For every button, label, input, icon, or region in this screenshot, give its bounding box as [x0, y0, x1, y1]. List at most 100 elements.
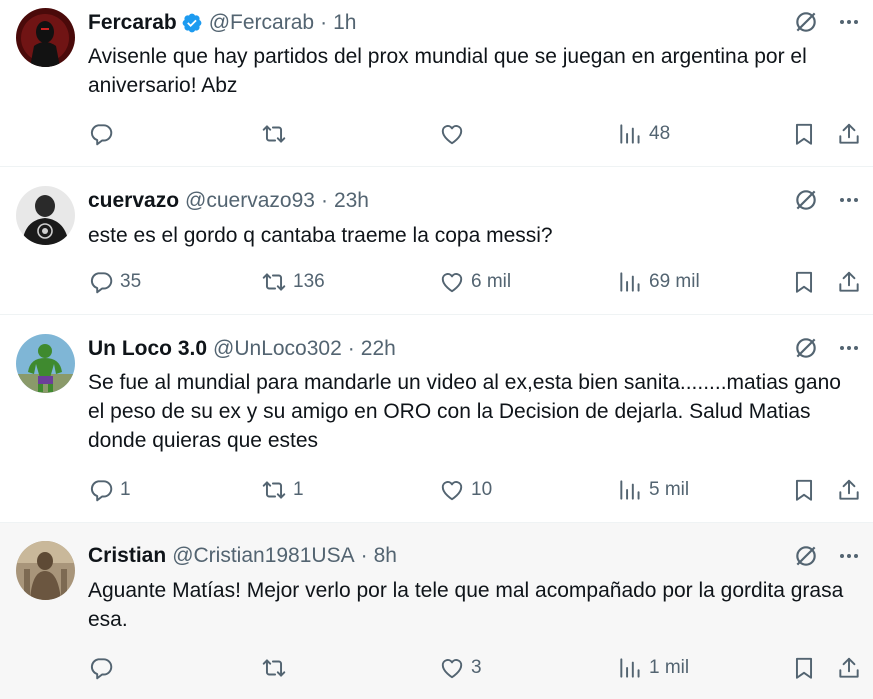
- like-button[interactable]: 10: [439, 476, 492, 504]
- tweet-cristian[interactable]: Cristian @Cristian1981USA · 8h Aguante M…: [0, 523, 873, 699]
- reply-icon: [90, 480, 113, 502]
- reply-button[interactable]: 35: [88, 268, 141, 296]
- reply-button[interactable]: [88, 120, 120, 148]
- tweet-top-actions: [793, 9, 861, 35]
- avatar[interactable]: [16, 541, 75, 600]
- share-icon: [839, 123, 859, 144]
- tweet-header: Cristian @Cristian1981USA · 8h: [88, 543, 397, 569]
- share-icon: [839, 657, 859, 678]
- bookmark-button[interactable]: [791, 120, 817, 148]
- avatar[interactable]: [16, 334, 75, 393]
- avatar-fercarab-image: [16, 8, 75, 67]
- display-name[interactable]: Fercarab: [88, 11, 177, 35]
- tweet-fercarab[interactable]: Fercarab @Fercarab · 1h Avisenle que hay…: [0, 0, 873, 167]
- grok-icon[interactable]: [793, 9, 819, 35]
- views-count: 5 mil: [649, 479, 690, 500]
- grok-icon[interactable]: [793, 335, 819, 361]
- handle[interactable]: @Fercarab: [209, 11, 314, 35]
- views-icon: [620, 480, 640, 500]
- tweet-header: Un Loco 3.0 @UnLoco302 · 22h: [88, 336, 396, 362]
- tweet-top-actions: [793, 335, 861, 361]
- separator-dot: ·: [320, 11, 328, 34]
- like-button[interactable]: 6 mil: [439, 268, 511, 296]
- views-count: 69 mil: [649, 271, 700, 292]
- tweet-unloco[interactable]: Un Loco 3.0 @UnLoco302 · 22h Se fue al m…: [0, 315, 873, 523]
- more-icon[interactable]: [837, 188, 861, 212]
- tweet-cuervazo[interactable]: cuervazo @cuervazo93 · 23h este es el go…: [0, 167, 873, 315]
- retweet-button[interactable]: [261, 654, 293, 682]
- tweet-actions: 35 136 6 mil 69 mil: [88, 268, 863, 296]
- heart-icon: [441, 273, 463, 293]
- avatar-unloco-image: [16, 334, 75, 393]
- handle[interactable]: @cuervazo93: [185, 189, 315, 213]
- reply-button[interactable]: 1: [88, 476, 131, 504]
- timestamp[interactable]: 23h: [334, 189, 369, 213]
- more-icon[interactable]: [837, 544, 861, 568]
- reply-icon: [90, 272, 113, 294]
- display-name[interactable]: Cristian: [88, 544, 166, 568]
- reply-count: 1: [120, 479, 131, 500]
- tweet-text: este es el gordo q cantaba traeme la cop…: [88, 224, 553, 247]
- retweet-icon: [262, 659, 286, 677]
- views-icon: [620, 272, 640, 292]
- tweet-actions: 1 1 10 5 mil: [88, 476, 863, 504]
- separator-dot: ·: [320, 189, 328, 212]
- retweet-count: 1: [293, 479, 304, 500]
- tweet-text: Se fue al mundial para mandarle un video…: [88, 371, 841, 452]
- like-count: 3: [471, 657, 482, 678]
- share-button[interactable]: [836, 476, 862, 504]
- separator-dot: ·: [360, 544, 368, 567]
- timestamp[interactable]: 22h: [361, 337, 396, 361]
- display-name[interactable]: cuervazo: [88, 189, 179, 213]
- views-count: 1 mil: [649, 657, 690, 678]
- display-name[interactable]: Un Loco 3.0: [88, 337, 207, 361]
- timestamp[interactable]: 8h: [374, 544, 397, 568]
- reply-icon: [90, 124, 113, 146]
- retweet-button[interactable]: [261, 120, 293, 148]
- like-count: 6 mil: [471, 271, 512, 292]
- verified-badge-icon: [182, 13, 202, 33]
- more-icon[interactable]: [837, 336, 861, 360]
- reply-icon: [90, 658, 113, 680]
- heart-icon: [441, 659, 463, 679]
- bookmark-button[interactable]: [791, 476, 817, 504]
- retweet-button[interactable]: 1: [261, 476, 304, 504]
- views-button[interactable]: 1 mil: [617, 654, 689, 682]
- tweet-actions: 48: [88, 120, 863, 148]
- views-count: 48: [649, 123, 671, 144]
- handle[interactable]: @Cristian1981USA: [172, 544, 354, 568]
- like-count: 10: [471, 479, 493, 500]
- bookmark-button[interactable]: [791, 268, 817, 296]
- separator-dot: ·: [347, 337, 355, 360]
- like-button[interactable]: [439, 120, 471, 148]
- retweet-icon: [262, 273, 286, 291]
- handle[interactable]: @UnLoco302: [213, 337, 342, 361]
- retweet-icon: [262, 481, 286, 499]
- grok-icon[interactable]: [793, 543, 819, 569]
- reply-button[interactable]: [88, 654, 120, 682]
- share-button[interactable]: [836, 654, 862, 682]
- avatar[interactable]: [16, 8, 75, 67]
- reply-count: 35: [120, 271, 142, 292]
- avatar[interactable]: [16, 186, 75, 245]
- retweet-button[interactable]: 136: [261, 268, 325, 296]
- share-button[interactable]: [836, 268, 862, 296]
- bookmark-icon: [795, 271, 813, 293]
- retweet-count: 136: [293, 271, 325, 292]
- share-icon: [839, 271, 859, 292]
- grok-icon[interactable]: [793, 187, 819, 213]
- tweet-top-actions: [793, 187, 861, 213]
- views-button[interactable]: 69 mil: [617, 268, 700, 296]
- views-button[interactable]: 5 mil: [617, 476, 689, 504]
- tweet-text: Avisenle que hay partidos del prox mundi…: [88, 45, 807, 97]
- tweet-top-actions: [793, 543, 861, 569]
- like-button[interactable]: 3: [439, 654, 482, 682]
- views-button[interactable]: 48: [617, 120, 670, 148]
- heart-icon: [441, 481, 463, 501]
- tweet-actions: 3 1 mil: [88, 654, 863, 682]
- more-icon[interactable]: [837, 10, 861, 34]
- share-button[interactable]: [836, 120, 862, 148]
- tweet-header: cuervazo @cuervazo93 · 23h: [88, 188, 369, 214]
- timestamp[interactable]: 1h: [333, 11, 356, 35]
- bookmark-button[interactable]: [791, 654, 817, 682]
